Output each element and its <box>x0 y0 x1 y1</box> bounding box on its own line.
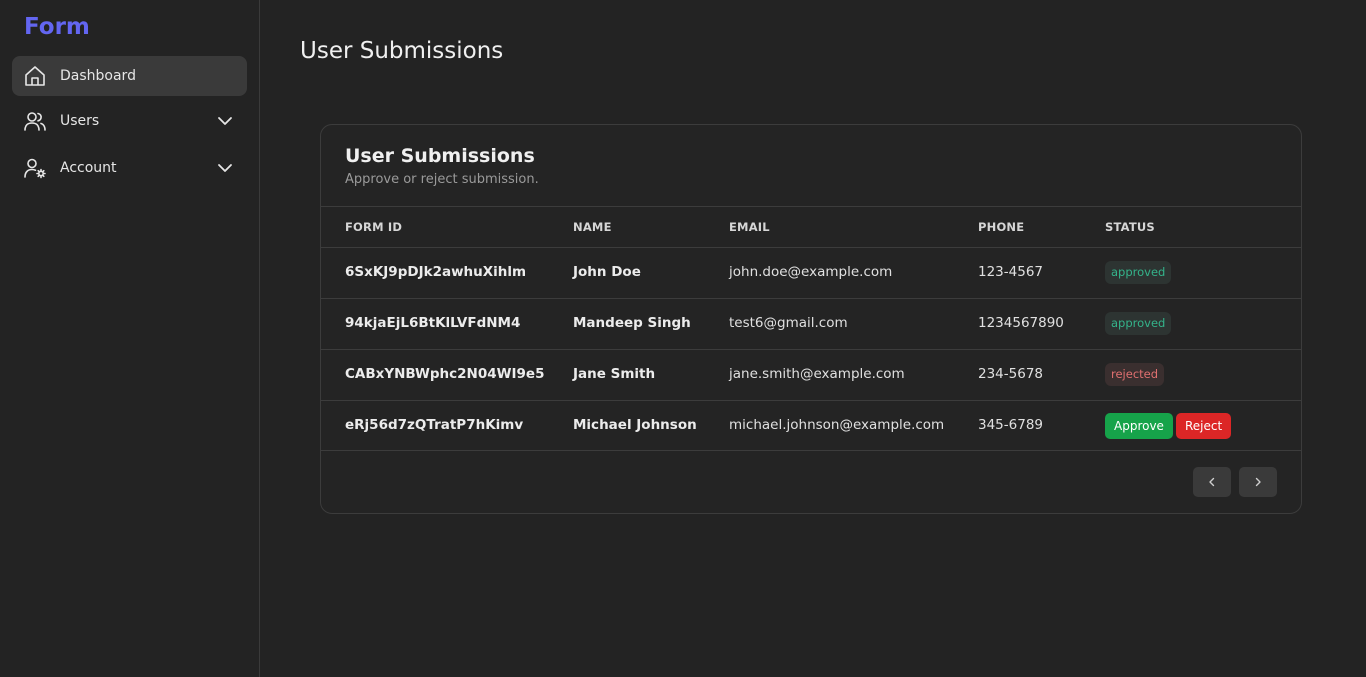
email-cell: jane.smith@example.com <box>729 366 905 382</box>
table-row: CABxYNBWphc2N04WI9e5 Jane Smith jane.smi… <box>321 349 1301 400</box>
column-header-name: NAME <box>573 220 612 234</box>
sidebar: Form Dashboard Users Account <box>0 0 260 677</box>
form-id-cell: 94kjaEjL6BtKlLVFdNM4 <box>345 315 521 331</box>
table-row: 6SxKJ9pDJk2awhuXihlm John Doe john.doe@e… <box>321 247 1301 298</box>
table-header: FORM ID NAME EMAIL PHONE STATUS <box>321 206 1301 247</box>
next-page-button[interactable] <box>1239 467 1277 497</box>
chevron-down-icon[interactable] <box>215 158 235 178</box>
page-title: User Submissions <box>300 38 504 64</box>
brand-logo[interactable]: Form <box>24 14 90 40</box>
column-header-email: EMAIL <box>729 220 770 234</box>
column-header-status: STATUS <box>1105 220 1155 234</box>
chevron-down-icon[interactable] <box>215 111 235 131</box>
name-cell: Michael Johnson <box>573 417 697 433</box>
sidebar-item-users[interactable]: Users <box>12 101 247 141</box>
status-badge: approved <box>1105 261 1172 284</box>
users-icon <box>24 112 46 131</box>
table-row: eRj56d7zQTratP7hKimv Michael Johnson mic… <box>321 400 1301 451</box>
sidebar-item-dashboard[interactable]: Dashboard <box>12 56 247 96</box>
previous-page-button[interactable] <box>1193 467 1231 497</box>
table-row: 94kjaEjL6BtKlLVFdNM4 Mandeep Singh test6… <box>321 298 1301 349</box>
chevron-left-icon <box>1209 477 1215 487</box>
column-header-form-id: FORM ID <box>345 220 403 234</box>
home-icon <box>25 66 45 86</box>
name-cell: Jane Smith <box>573 366 656 382</box>
form-id-cell: CABxYNBWphc2N04WI9e5 <box>345 366 545 382</box>
approve-button[interactable]: Approve <box>1105 413 1173 439</box>
card-title: User Submissions <box>345 145 535 167</box>
sidebar-item-label: Account <box>60 160 117 176</box>
email-cell: john.doe@example.com <box>729 264 893 280</box>
table-footer-divider <box>321 450 1301 451</box>
sidebar-item-label: Dashboard <box>60 68 136 84</box>
name-cell: John Doe <box>573 264 641 280</box>
submissions-card: User Submissions Approve or reject submi… <box>320 124 1302 514</box>
email-cell: test6@gmail.com <box>729 315 848 331</box>
phone-cell: 234-5678 <box>978 366 1043 382</box>
reject-button[interactable]: Reject <box>1176 413 1232 439</box>
form-id-cell: eRj56d7zQTratP7hKimv <box>345 417 524 433</box>
phone-cell: 345-6789 <box>978 417 1043 433</box>
sidebar-item-label: Users <box>60 113 100 129</box>
status-badge: approved <box>1105 312 1172 335</box>
chevron-right-icon <box>1255 477 1261 487</box>
form-id-cell: 6SxKJ9pDJk2awhuXihlm <box>345 264 527 280</box>
phone-cell: 123-4567 <box>978 264 1043 280</box>
user-settings-icon <box>24 158 46 179</box>
name-cell: Mandeep Singh <box>573 315 691 331</box>
card-subtitle: Approve or reject submission. <box>345 172 539 187</box>
column-header-phone: PHONE <box>978 220 1025 234</box>
phone-cell: 1234567890 <box>978 315 1064 331</box>
email-cell: michael.johnson@example.com <box>729 417 945 433</box>
status-badge: rejected <box>1105 363 1165 386</box>
sidebar-item-account[interactable]: Account <box>12 148 247 188</box>
